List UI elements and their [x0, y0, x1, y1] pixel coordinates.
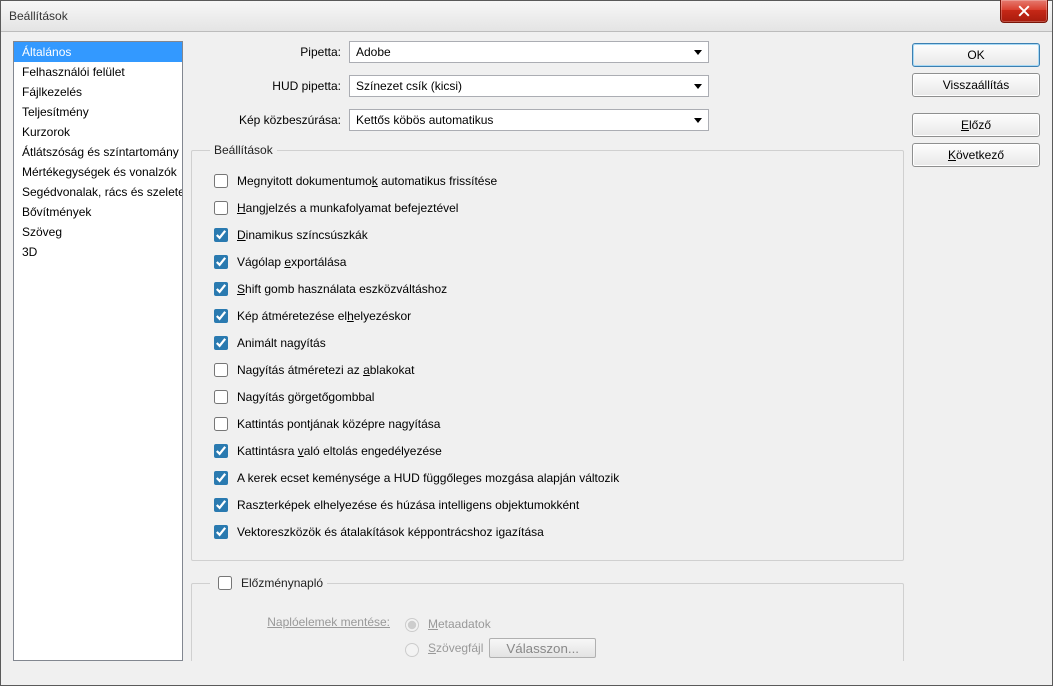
chevron-down-icon — [694, 50, 702, 55]
history-radio[interactable] — [405, 618, 419, 632]
option-label: Nagyítás görgetőgombbal — [237, 390, 374, 404]
option-label: Vektoreszközök és átalakítások képpontrá… — [237, 525, 544, 539]
option-checkbox-row[interactable]: Kép átméretezése elhelyezéskor — [210, 306, 885, 326]
option-checkbox-row[interactable]: Shift gomb használata eszközváltáshoz — [210, 279, 885, 299]
option-label: Hangjelzés a munkafolyamat befejeztével — [237, 201, 458, 215]
option-checkbox-row[interactable]: Nagyítás görgetőgombbal — [210, 387, 885, 407]
preferences-window: Beállítások ÁltalánosFelhasználói felüle… — [0, 0, 1053, 686]
sidebar-item[interactable]: Szöveg — [14, 222, 182, 242]
history-fieldset: Előzménynapló Naplóelemek mentése: Metaa… — [191, 573, 904, 661]
option-checkbox[interactable] — [214, 390, 228, 404]
option-label: Nagyítás átméretezi az ablakokat — [237, 363, 414, 377]
window-title: Beállítások — [9, 9, 68, 23]
sidebar-item[interactable]: Általános — [14, 42, 182, 62]
titlebar: Beállítások — [1, 1, 1052, 32]
next-button[interactable]: Következő — [912, 143, 1040, 167]
sidebar-item[interactable]: Átlátszóság és színtartomány — [14, 142, 182, 162]
history-radio[interactable] — [405, 643, 419, 657]
history-radio-row: SzövegfájlVálasszon... — [400, 638, 596, 658]
history-legend: Előzménynapló — [210, 573, 327, 593]
chevron-down-icon — [694, 84, 702, 89]
option-label: Megnyitott dokumentumok automatikus fris… — [237, 174, 497, 188]
option-checkbox[interactable] — [214, 255, 228, 269]
options-legend: Beállítások — [210, 143, 277, 157]
option-checkbox[interactable] — [214, 228, 228, 242]
category-sidebar[interactable]: ÁltalánosFelhasználói felületFájlkezelés… — [13, 41, 183, 661]
option-checkbox-row[interactable]: Vágólap exportálása — [210, 252, 885, 272]
dialog-buttons: OK Visszaállítás Előző Következő — [912, 43, 1040, 661]
history-choose-button[interactable]: Válasszon... — [489, 638, 596, 658]
option-checkbox-row[interactable]: Animált nagyítás — [210, 333, 885, 353]
option-checkbox-row[interactable]: Dinamikus színcsúszkák — [210, 225, 885, 245]
option-checkbox-row[interactable]: Hangjelzés a munkafolyamat befejeztével — [210, 198, 885, 218]
main-panel: Pipetta: Adobe HUD pipetta: Színezet csí… — [191, 41, 904, 661]
option-checkbox-row[interactable]: Raszterképek elhelyezése és húzása intel… — [210, 495, 885, 515]
sidebar-item[interactable]: Segédvonalak, rács és szeletek — [14, 182, 182, 202]
option-checkbox[interactable] — [214, 417, 228, 431]
sidebar-item[interactable]: Felhasználói felület — [14, 62, 182, 82]
history-radio-row: Metaadatok — [400, 615, 596, 632]
option-checkbox-row[interactable]: Vektoreszközök és átalakítások képpontrá… — [210, 522, 885, 542]
close-icon — [1018, 5, 1030, 17]
option-checkbox[interactable] — [214, 201, 228, 215]
option-checkbox-row[interactable]: A kerek ecset keménysége a HUD függőlege… — [210, 468, 885, 488]
sidebar-item[interactable]: Kurzorok — [14, 122, 182, 142]
interp-label: Kép közbeszúrása: — [191, 113, 341, 127]
sidebar-item[interactable]: 3D — [14, 242, 182, 262]
option-label: Dinamikus színcsúszkák — [237, 228, 368, 242]
sidebar-item[interactable]: Teljesítmény — [14, 102, 182, 122]
option-checkbox-row[interactable]: Nagyítás átméretezi az ablakokat — [210, 360, 885, 380]
option-label: Kép átméretezése elhelyezéskor — [237, 309, 411, 323]
option-checkbox[interactable] — [214, 174, 228, 188]
option-checkbox[interactable] — [214, 336, 228, 350]
picker-label: Pipetta: — [191, 45, 341, 59]
history-enable-checkbox[interactable] — [218, 576, 232, 590]
hud-picker-dropdown[interactable]: Színezet csík (kicsi) — [349, 75, 709, 97]
option-checkbox-row[interactable]: Kattintás pontjának középre nagyítása — [210, 414, 885, 434]
history-save-label: Naplóelemek mentése: — [210, 615, 390, 629]
option-checkbox[interactable] — [214, 525, 228, 539]
picker-dropdown[interactable]: Adobe — [349, 41, 709, 63]
option-checkbox-row[interactable]: Megnyitott dokumentumok automatikus fris… — [210, 171, 885, 191]
option-label: Shift gomb használata eszközváltáshoz — [237, 282, 447, 296]
reset-button[interactable]: Visszaállítás — [912, 73, 1040, 97]
prev-button[interactable]: Előző — [912, 113, 1040, 137]
option-checkbox[interactable] — [214, 444, 228, 458]
option-label: Kattintás pontjának középre nagyítása — [237, 417, 440, 431]
sidebar-item[interactable]: Mértékegységek és vonalzók — [14, 162, 182, 182]
option-checkbox[interactable] — [214, 498, 228, 512]
option-checkbox[interactable] — [214, 471, 228, 485]
hud-picker-label: HUD pipetta: — [191, 79, 341, 93]
option-checkbox[interactable] — [214, 282, 228, 296]
chevron-down-icon — [694, 118, 702, 123]
option-checkbox[interactable] — [214, 309, 228, 323]
ok-button[interactable]: OK — [912, 43, 1040, 67]
option-label: Animált nagyítás — [237, 336, 326, 350]
option-label: Kattintásra való eltolás engedélyezése — [237, 444, 442, 458]
option-label: Vágólap exportálása — [237, 255, 346, 269]
sidebar-item[interactable]: Bővítmények — [14, 202, 182, 222]
option-checkbox[interactable] — [214, 363, 228, 377]
close-button[interactable] — [1000, 0, 1048, 23]
interp-dropdown[interactable]: Kettős köbös automatikus — [349, 109, 709, 131]
sidebar-item[interactable]: Fájlkezelés — [14, 82, 182, 102]
options-fieldset: Beállítások Megnyitott dokumentumok auto… — [191, 143, 904, 561]
option-label: A kerek ecset keménysége a HUD függőlege… — [237, 471, 619, 485]
option-checkbox-row[interactable]: Kattintásra való eltolás engedélyezése — [210, 441, 885, 461]
option-label: Raszterképek elhelyezése és húzása intel… — [237, 498, 579, 512]
